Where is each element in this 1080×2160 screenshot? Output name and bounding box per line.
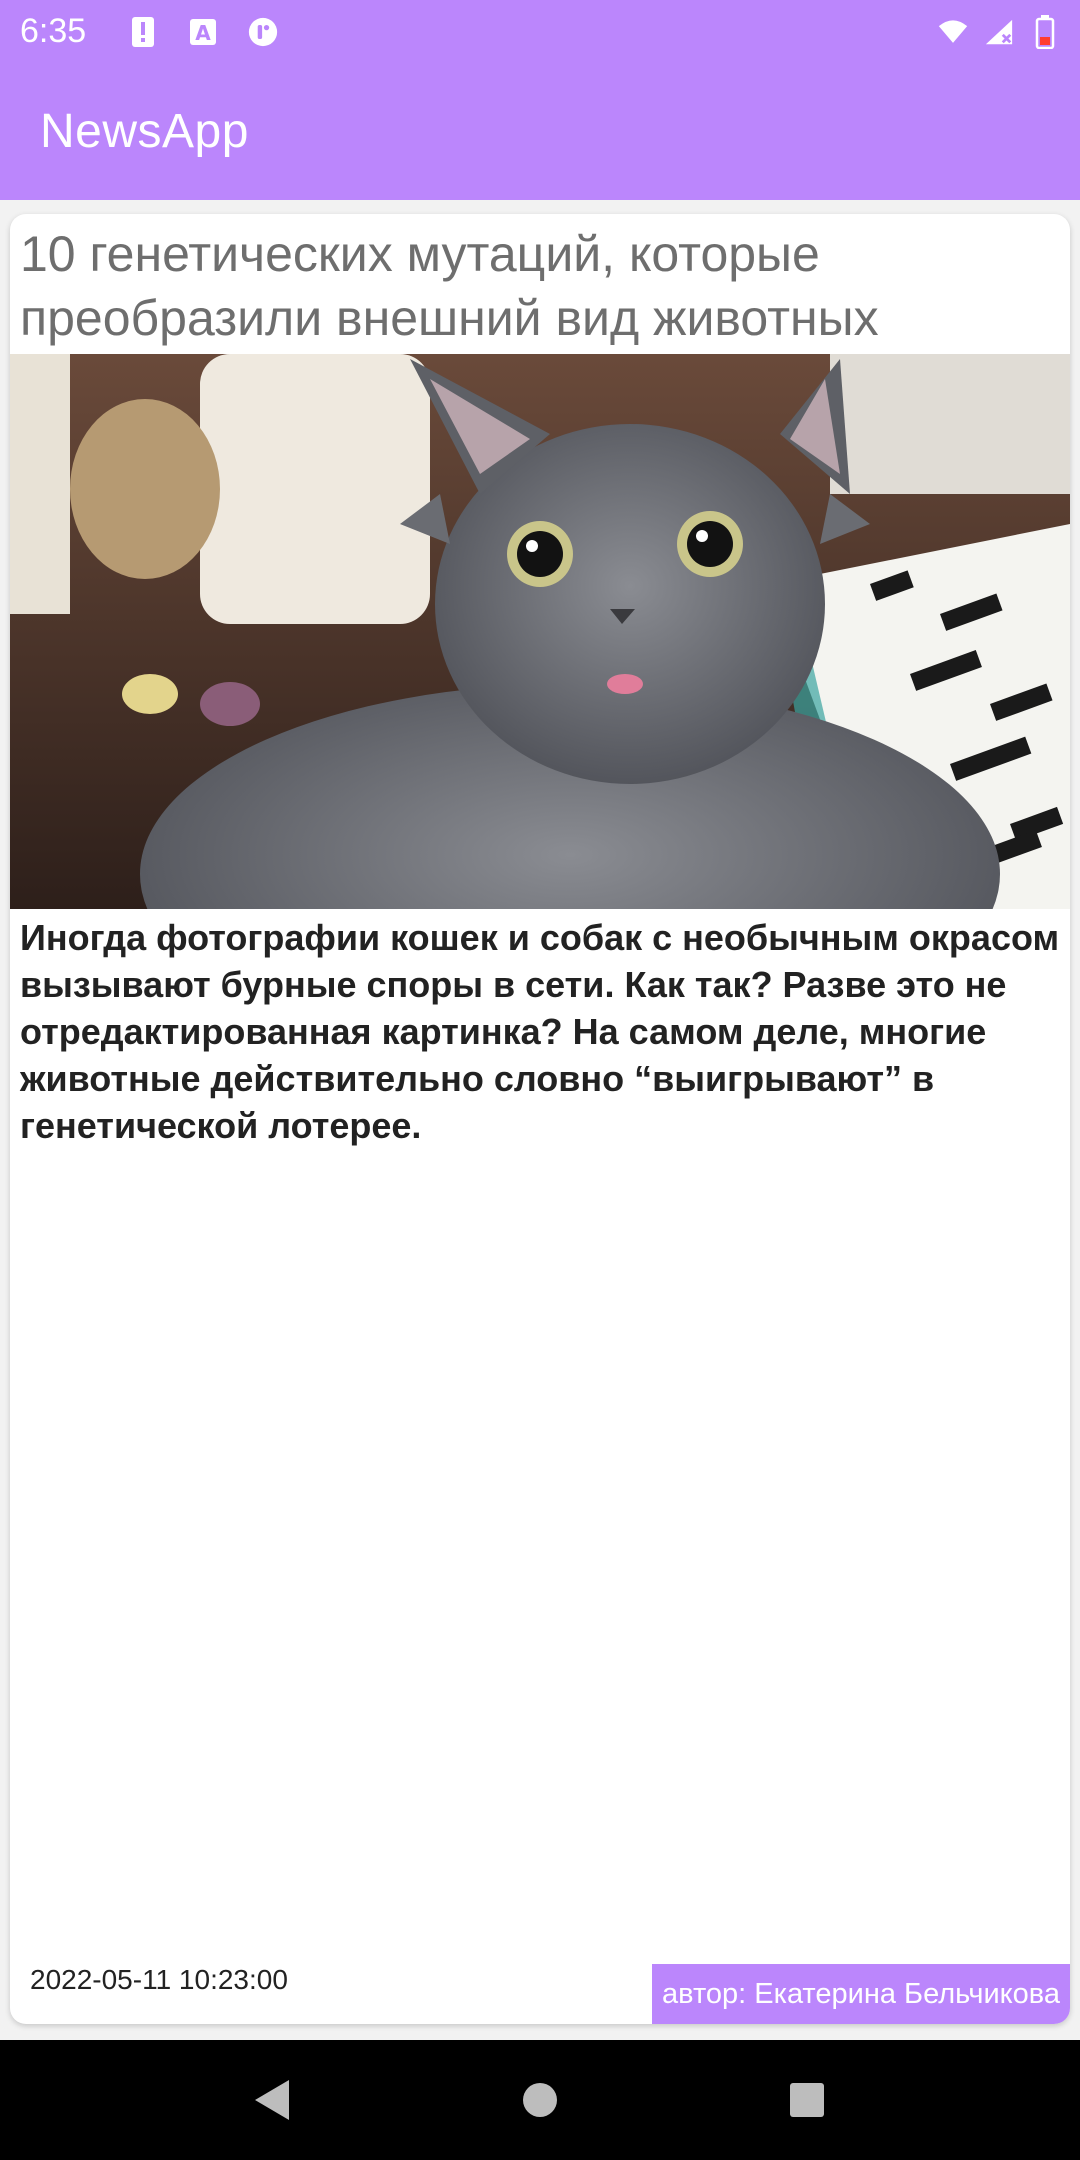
status-icons-right [938, 14, 1060, 49]
article-body: Иногда фотографии кошек и собак с необыч… [20, 917, 1060, 1146]
app-bar: NewsApp [0, 63, 1080, 200]
svg-text:A: A [195, 21, 211, 45]
status-icons-left: A [128, 15, 278, 49]
recents-icon[interactable] [777, 2070, 837, 2130]
a-box-icon: A [188, 15, 218, 49]
news-card[interactable]: 10 генетических мутаций, которые преобра… [10, 214, 1070, 2024]
article-author: автор: Екатерина Бельчикова [652, 1964, 1070, 2024]
back-icon[interactable] [243, 2070, 303, 2130]
gray-cat-photo-icon [10, 354, 1070, 909]
article-date: 2022-05-11 10:23:00 [30, 1964, 288, 1995]
article-title: 10 генетических мутаций, которые преобра… [20, 226, 879, 346]
status-bar: 6:35 A [0, 0, 1080, 63]
signal-icon [984, 15, 1014, 49]
wifi-icon [938, 15, 968, 49]
app-title: NewsApp [40, 105, 249, 158]
navigation-bar [0, 2040, 1080, 2160]
alert-icon [128, 15, 158, 49]
battery-icon [1030, 14, 1060, 49]
article-image [10, 354, 1070, 909]
home-icon[interactable] [510, 2070, 570, 2130]
toggle-icon [248, 15, 278, 49]
status-time: 6:35 [20, 12, 87, 50]
